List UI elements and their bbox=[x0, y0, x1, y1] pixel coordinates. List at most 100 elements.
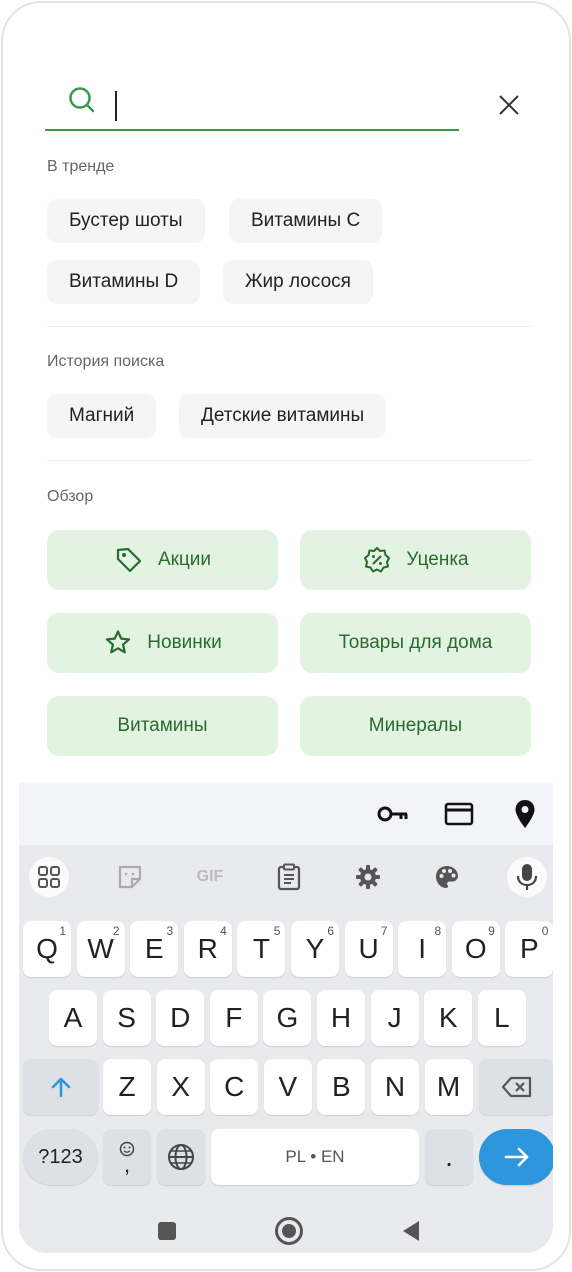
key-label: F bbox=[225, 1002, 243, 1033]
trending-chip[interactable]: Жир лосося bbox=[223, 260, 373, 304]
key-z[interactable]: Z bbox=[103, 1059, 151, 1115]
gif-button[interactable]: GIF bbox=[190, 857, 230, 897]
history-chip[interactable]: Магний bbox=[47, 394, 157, 438]
browse-tile-new[interactable]: Новинки bbox=[47, 613, 278, 673]
key-label: M bbox=[436, 1071, 461, 1102]
browse-tile-home-goods[interactable]: Товары для дома bbox=[300, 613, 531, 673]
arrow-right-icon bbox=[504, 1147, 529, 1167]
key-h[interactable]: H bbox=[317, 990, 365, 1046]
key-u[interactable]: U7 bbox=[344, 921, 393, 977]
browse-tile-vitamins[interactable]: Витамины bbox=[47, 696, 278, 756]
key-label: H bbox=[330, 1002, 352, 1033]
key-j[interactable]: J bbox=[370, 990, 419, 1046]
key-t[interactable]: T5 bbox=[237, 921, 286, 977]
key-w[interactable]: W2 bbox=[76, 921, 125, 977]
key-label: O bbox=[464, 933, 487, 964]
key-v[interactable]: V bbox=[263, 1059, 312, 1115]
key-label: J bbox=[387, 1002, 402, 1033]
browse-tile-promotions[interactable]: Акции bbox=[47, 530, 278, 590]
browse-tile-minerals[interactable]: Минералы bbox=[300, 696, 531, 756]
back-triangle-icon bbox=[403, 1221, 419, 1241]
tile-label: Уценка bbox=[406, 549, 469, 570]
backspace-key[interactable] bbox=[479, 1059, 553, 1115]
close-button[interactable] bbox=[493, 89, 525, 121]
key-label: C bbox=[224, 1071, 245, 1102]
key-s[interactable]: S bbox=[102, 990, 151, 1046]
trending-chip[interactable]: Бустер шоты bbox=[47, 199, 205, 243]
key-g[interactable]: G bbox=[263, 990, 312, 1046]
key-label: N bbox=[384, 1071, 406, 1102]
key-b[interactable]: B bbox=[317, 1059, 366, 1115]
key-n[interactable]: N bbox=[371, 1059, 419, 1115]
settings-button[interactable] bbox=[348, 857, 388, 897]
language-key[interactable] bbox=[157, 1129, 205, 1185]
trending-chip[interactable]: Витамины C bbox=[229, 199, 383, 243]
addresses-button[interactable] bbox=[509, 798, 541, 830]
phone-frame: В тренде Бустер шоты Витамины C Витамины… bbox=[1, 1, 571, 1271]
apps-button[interactable] bbox=[29, 857, 69, 897]
key-l[interactable]: L bbox=[477, 990, 526, 1046]
tile-label: Минералы bbox=[368, 715, 463, 736]
browse-title: Обзор bbox=[47, 488, 94, 505]
shift-arrow-icon bbox=[51, 1077, 70, 1098]
trending-title: В тренде bbox=[47, 158, 115, 175]
search-input[interactable] bbox=[45, 81, 459, 131]
key-label: X bbox=[171, 1071, 190, 1102]
key-digit-hint: 8 bbox=[434, 924, 442, 938]
palette-icon bbox=[436, 866, 458, 888]
discount-badge-icon bbox=[364, 547, 391, 573]
back-button[interactable] bbox=[395, 1215, 427, 1247]
home-button[interactable] bbox=[273, 1215, 305, 1247]
keyboard-suggestion-strip: GIF bbox=[19, 845, 553, 911]
key-r[interactable]: R4 bbox=[183, 921, 232, 977]
key-f[interactable]: F bbox=[209, 990, 258, 1046]
key-p[interactable]: P0 bbox=[505, 921, 553, 977]
key-y[interactable]: Y6 bbox=[291, 921, 339, 977]
comma-label: , bbox=[123, 1152, 131, 1177]
tile-label: Товары для дома bbox=[338, 632, 493, 653]
key-icon bbox=[377, 806, 408, 822]
key-digit-hint: 1 bbox=[59, 924, 66, 938]
sticker-button[interactable] bbox=[110, 857, 150, 897]
key-x[interactable]: X bbox=[156, 1059, 205, 1115]
cards-button[interactable] bbox=[443, 798, 475, 830]
system-navigation-bar bbox=[19, 1203, 553, 1253]
key-q[interactable]: Q1 bbox=[23, 921, 71, 977]
history-chip[interactable]: Детские витамины bbox=[179, 394, 387, 438]
key-k[interactable]: K bbox=[424, 990, 473, 1046]
key-d[interactable]: D bbox=[156, 990, 205, 1046]
enter-key[interactable] bbox=[479, 1129, 553, 1185]
space-key[interactable]: PL • EN bbox=[211, 1129, 419, 1185]
card-icon bbox=[444, 802, 474, 826]
trending-chip[interactable]: Витамины D bbox=[47, 260, 201, 304]
key-label: B bbox=[332, 1071, 351, 1102]
period-key[interactable]: . bbox=[425, 1129, 473, 1185]
backspace-icon bbox=[501, 1076, 532, 1098]
theme-button[interactable] bbox=[427, 857, 467, 897]
shift-key[interactable] bbox=[23, 1059, 98, 1115]
voice-input-button[interactable] bbox=[507, 857, 547, 897]
key-label: V bbox=[278, 1071, 298, 1102]
key-label: K bbox=[438, 1002, 458, 1033]
key-o[interactable]: O9 bbox=[451, 921, 500, 977]
key-m[interactable]: M bbox=[424, 1059, 473, 1115]
key-label: T bbox=[252, 933, 270, 964]
emoji-comma-key[interactable]: , bbox=[103, 1129, 151, 1185]
recents-button[interactable] bbox=[151, 1215, 183, 1247]
globe-icon bbox=[168, 1144, 194, 1170]
key-i[interactable]: I8 bbox=[398, 921, 447, 977]
key-label: S bbox=[117, 1002, 136, 1033]
key-label: U bbox=[358, 933, 379, 964]
key-digit-hint: 0 bbox=[541, 924, 549, 938]
key-a[interactable]: A bbox=[49, 990, 97, 1046]
symbols-key[interactable]: ?123 bbox=[23, 1129, 98, 1185]
tag-icon bbox=[116, 547, 142, 573]
keyboard: GIF Q 1 W 2 E 3 R 4 T 5 Y 6 U 7 I 8 O 9 … bbox=[19, 845, 553, 1253]
clipboard-button[interactable] bbox=[269, 857, 309, 897]
browse-tile-markdown[interactable]: Уценка bbox=[300, 530, 531, 590]
key-label: W bbox=[87, 933, 114, 964]
key-digit-hint: 3 bbox=[166, 924, 174, 938]
passwords-button[interactable] bbox=[377, 798, 409, 830]
key-e[interactable]: E3 bbox=[130, 921, 179, 977]
key-c[interactable]: C bbox=[210, 1059, 259, 1115]
